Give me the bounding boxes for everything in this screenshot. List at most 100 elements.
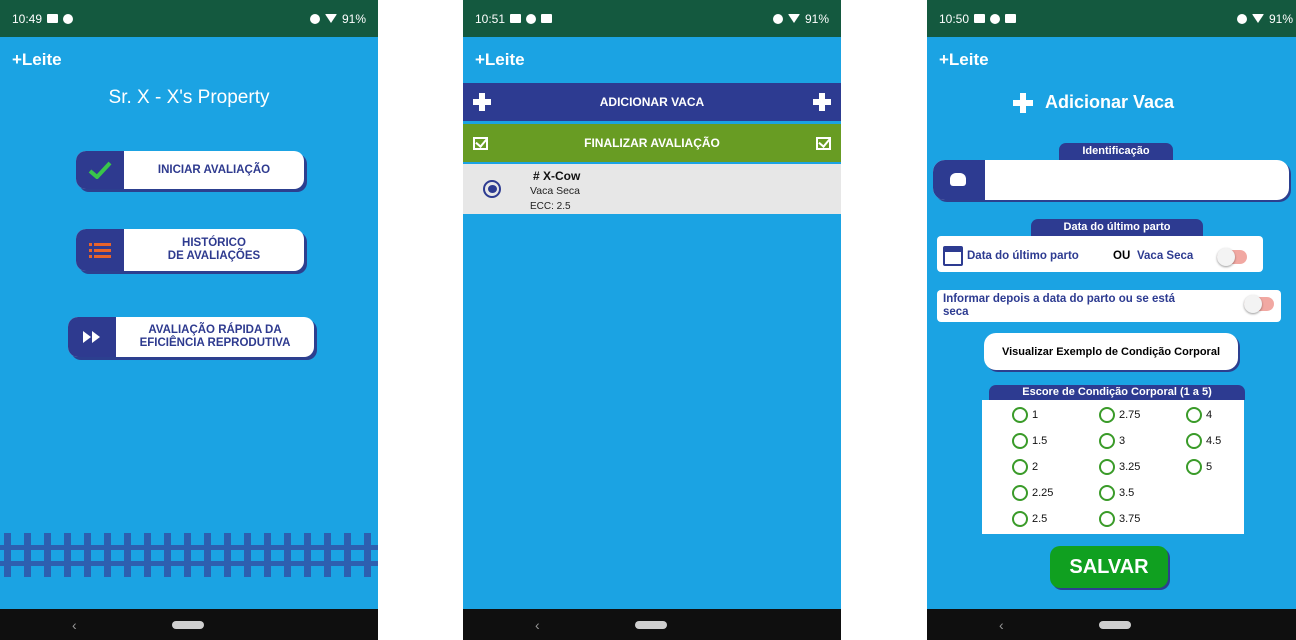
whatsapp-icon [990,13,1001,24]
quick-label-line2: EFICIÊNCIA REPRODUTIVA [139,337,291,349]
or-label: OU [1113,250,1131,262]
last-birth-row: Data do último parto OU Vaca Seca [937,236,1263,272]
finish-evaluation-label: FINALIZAR AVALIAÇÃO [584,136,720,150]
battery-level: 91% [1268,11,1293,26]
wifi-icon [324,14,337,23]
cow-ecc: ECC: 2.5 [530,201,571,212]
checkbox-icon [815,136,831,150]
home-handle[interactable] [172,621,204,629]
plus-icon [473,93,491,111]
alarm-icon [1236,13,1247,24]
ecc-option-label: 5 [1206,461,1213,473]
fast-forward-icon [68,317,116,357]
radio-icon [1012,407,1028,423]
ecc-option[interactable]: 2.75 [1099,407,1140,423]
ecc-option[interactable]: 5 [1186,459,1212,475]
ecc-option[interactable]: 3.25 [1099,459,1140,475]
checkmark-icon [76,151,124,189]
history-label-line1: HISTÓRICO [182,237,246,249]
system-nav-bar: ‹ [0,609,378,640]
add-cow-button[interactable]: ADICIONAR VACA [463,83,841,121]
history-button[interactable]: HISTÓRICO DE AVALIAÇÕES [76,229,304,271]
back-icon[interactable]: ‹ [72,617,77,633]
mail-icon [541,14,553,23]
ecc-option-label: 1 [1032,409,1039,421]
identification-label: Identificação [1059,143,1173,160]
app-title: +Leite [939,50,989,69]
cow-name: # X-Cow [533,169,581,183]
view-example-button[interactable]: Visualizar Exemplo de Condição Corporal [984,333,1238,370]
phone-screen-evaluation: 10:51 91% +Leite ADICIONAR VACA FINALIZA… [463,0,841,640]
radio-icon [1186,433,1202,449]
status-time: 10:51 [475,11,506,26]
history-label: HISTÓRICO DE AVALIAÇÕES [124,237,304,263]
add-cow-label: ADICIONAR VACA [599,95,705,109]
start-evaluation-label: INICIAR AVALIAÇÃO [157,163,271,176]
quick-evaluation-button[interactable]: AVALIAÇÃO RÁPIDA DA EFICIÊNCIA REPRODUTI… [68,317,314,357]
radio-icon [1186,459,1202,475]
status-time: 10:50 [939,11,970,26]
radio-icon [1099,459,1115,475]
ecc-option[interactable]: 1.5 [1012,433,1047,449]
start-evaluation-button[interactable]: INICIAR AVALIAÇÃO [76,151,304,189]
radio-icon [1186,407,1202,423]
save-button[interactable]: SALVAR [1050,546,1168,588]
ecc-option[interactable]: 3.5 [1099,485,1134,501]
add-cow-heading: Adicionar Vaca [1013,92,1174,113]
ecc-option-label: 4.5 [1206,435,1222,447]
ecc-option[interactable]: 2.5 [1012,511,1047,527]
radio-icon [1099,485,1115,501]
identification-field[interactable] [933,160,1289,200]
cow-icon [483,180,501,198]
phone-screen-add-cow: 10:50 91% +Leite Adicionar Vaca Identifi… [927,0,1296,640]
add-cow-heading-label: Adicionar Vaca [1045,92,1175,112]
last-birth-date-label[interactable]: Data do último parto [967,250,1079,262]
radio-icon [1099,511,1115,527]
alarm-icon [772,13,783,24]
dry-cow-toggle[interactable] [1217,248,1247,266]
home-handle[interactable] [1099,621,1131,629]
cow-list-item[interactable]: # X-Cow Vaca Seca ECC: 2.5 [463,164,841,214]
ecc-option-label: 2.5 [1032,513,1048,525]
ecc-option-label: 2.25 [1032,487,1054,499]
ecc-option-label: 4 [1206,409,1213,421]
inform-later-row: Informar depois a data do parto ou se es… [937,290,1281,322]
status-bar: 10:49 91% [0,0,378,37]
ecc-option[interactable]: 2 [1012,459,1038,475]
plus-icon [1013,92,1033,113]
list-icon [76,229,124,271]
checkbox-icon [473,136,488,150]
whatsapp-icon [526,13,537,24]
phone-screen-home: 10:49 91% +Leite Sr. X - X's Property IN… [0,0,378,640]
ecc-option-label: 3.75 [1119,513,1141,525]
back-icon[interactable]: ‹ [999,617,1004,633]
wifi-icon [787,14,800,23]
cow-head-icon [933,160,985,200]
system-nav-bar: ‹ [927,609,1296,640]
cow-state: Vaca Seca [530,185,581,197]
ecc-option[interactable]: 2.25 [1012,485,1053,501]
battery-level: 91% [341,11,366,26]
inform-later-label: Informar depois a data do parto ou se es… [943,293,1175,318]
status-bar: 10:50 91% [927,0,1296,37]
ecc-option[interactable]: 4 [1186,407,1212,423]
inform-later-toggle[interactable] [1244,295,1274,313]
radio-icon [1099,433,1115,449]
radio-icon [1012,485,1028,501]
ecc-option[interactable]: 3.75 [1099,511,1140,527]
app-title: +Leite [12,50,62,69]
app-title: +Leite [475,50,525,69]
quick-label-line1: AVALIAÇÃO RÁPIDA DA [148,324,282,336]
ecc-option[interactable]: 3 [1099,433,1125,449]
last-birth-section-label: Data do último parto [1031,219,1203,236]
ecc-label: Escore de Condição Corporal (1 a 5) [989,385,1245,400]
status-time: 10:49 [12,11,43,26]
home-handle[interactable] [635,621,667,629]
ecc-option[interactable]: 4.5 [1186,433,1221,449]
ecc-option-label: 2 [1032,461,1039,473]
ecc-option[interactable]: 1 [1012,407,1038,423]
calendar-icon[interactable] [943,246,963,266]
battery-level: 91% [804,11,829,26]
finish-evaluation-button[interactable]: FINALIZAR AVALIAÇÃO [463,124,841,162]
back-icon[interactable]: ‹ [535,617,540,633]
